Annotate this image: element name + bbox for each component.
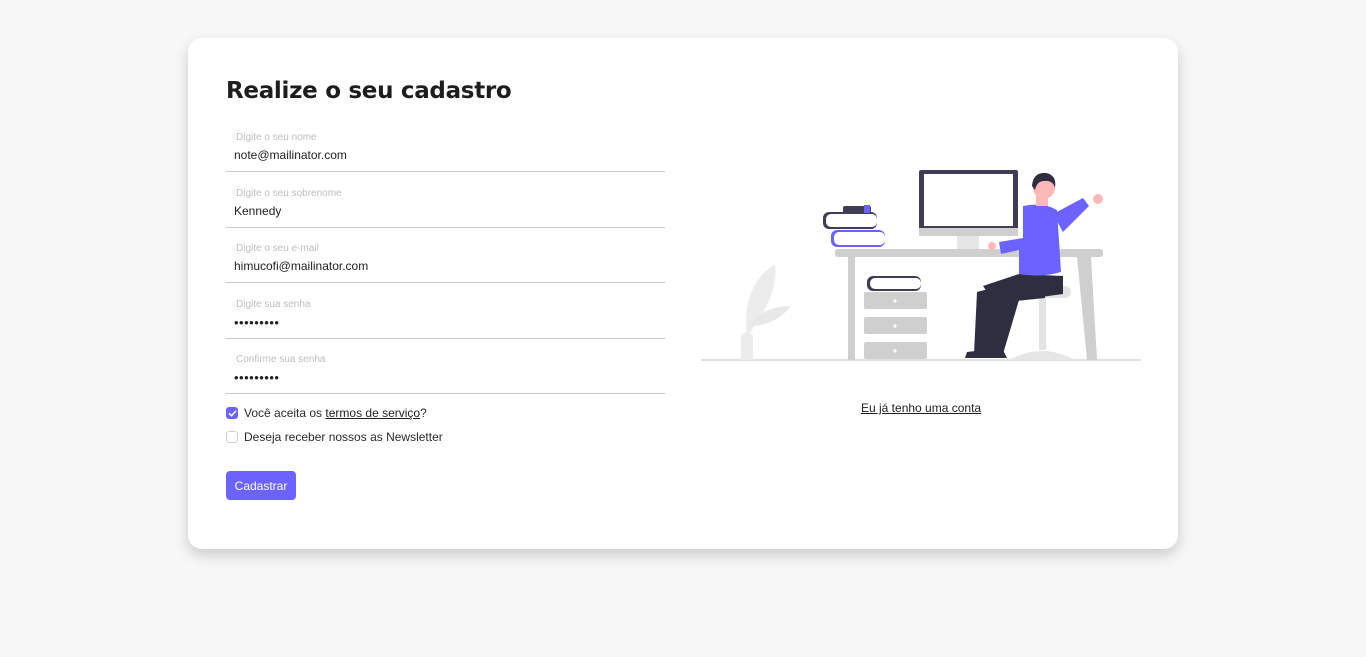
surname-field-label: Digite o seu sobrenome [236, 188, 342, 199]
terms-row: Você aceita os termos de serviço ? [226, 406, 427, 420]
password-field: Digite sua senha [226, 299, 665, 339]
confirm-password-field-label: Confirme sua senha [236, 354, 326, 365]
person-at-desk-illustration [701, 170, 1141, 361]
page-title: Realize o seu cadastro [226, 78, 512, 104]
terms-suffix: ? [420, 406, 427, 420]
login-link[interactable]: Eu já tenho uma conta [861, 401, 981, 415]
confirm-password-field: Confirme sua senha [226, 354, 665, 394]
signup-card: Realize o seu cadastro Digite o seu nome… [188, 38, 1178, 549]
surname-field: Digite o seu sobrenome [226, 188, 665, 228]
password-input[interactable] [234, 311, 654, 333]
confirm-password-input[interactable] [234, 366, 654, 388]
surname-input[interactable] [234, 200, 654, 222]
email-field: Digite o seu e-mail [226, 243, 665, 283]
checkmark-icon [228, 409, 236, 417]
terms-prefix: Você aceita os [244, 406, 326, 420]
newsletter-label: Deseja receber nossos as Newsletter [244, 430, 443, 444]
email-input[interactable] [234, 255, 654, 277]
submit-button[interactable]: Cadastrar [226, 471, 296, 500]
name-input[interactable] [234, 144, 654, 166]
newsletter-row: Deseja receber nossos as Newsletter [226, 430, 443, 444]
email-field-label: Digite o seu e-mail [236, 243, 319, 254]
terms-link[interactable]: termos de serviço [325, 406, 420, 420]
name-field-label: Digite o seu nome [236, 132, 317, 143]
newsletter-checkbox[interactable] [226, 431, 238, 443]
name-field: Digite o seu nome [226, 132, 665, 172]
terms-checkbox[interactable] [226, 407, 238, 419]
password-field-label: Digite sua senha [236, 299, 311, 310]
